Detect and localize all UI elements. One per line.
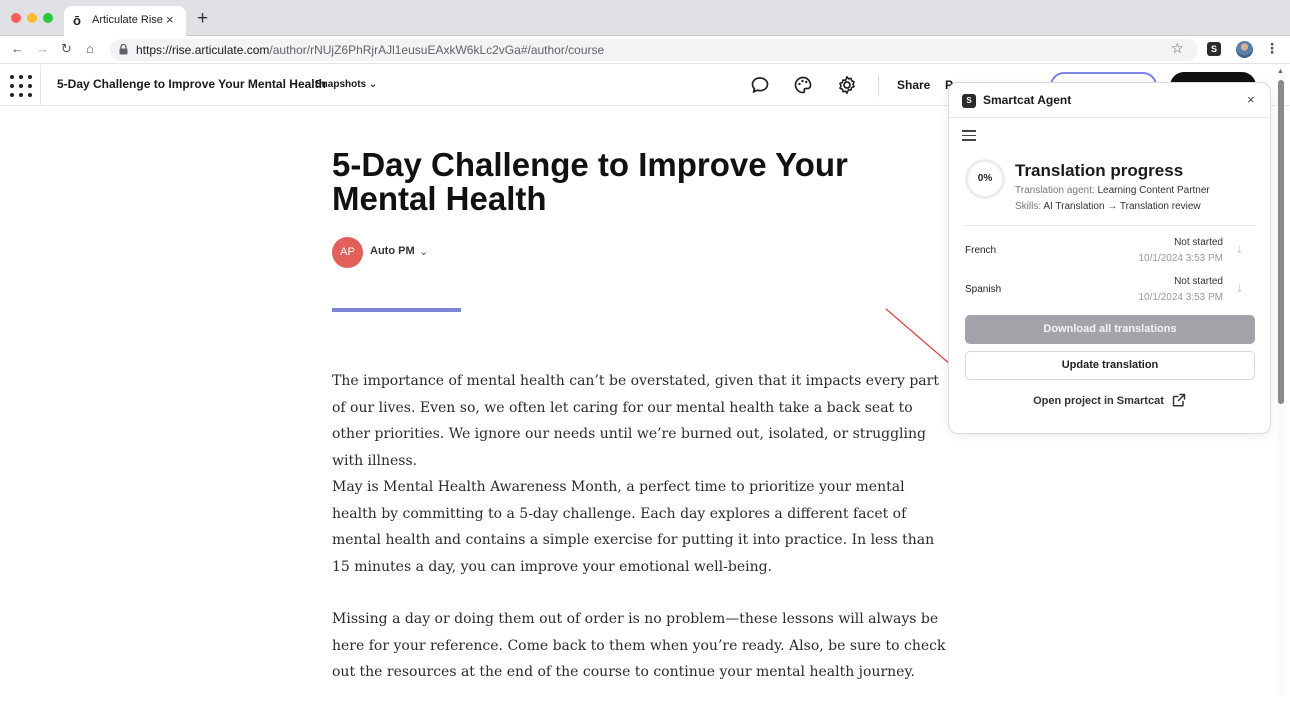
agent-value: Learning Content Partner [1097, 185, 1210, 196]
lesson-paragraph: The importance of mental health can’t be… [332, 373, 939, 469]
articulate-favicon-icon: ō [73, 13, 81, 28]
scroll-up-icon[interactable]: ▲ [1277, 68, 1284, 75]
window-minimize-button[interactable] [27, 13, 37, 23]
language-status: Not started [1174, 276, 1223, 287]
page-scrollbar[interactable]: ▲ [1277, 66, 1285, 696]
header-divider [40, 65, 41, 106]
window-maximize-button[interactable] [43, 13, 53, 23]
author-avatar[interactable]: AP [332, 237, 363, 268]
progress-title: Translation progress [1015, 161, 1184, 180]
browser-menu-icon[interactable]: ⋮ [1265, 40, 1279, 57]
language-status: Not started [1174, 237, 1223, 248]
browser-tab[interactable]: ō Articulate Rise × [64, 6, 186, 36]
language-name: Spanish [965, 284, 1002, 295]
close-icon[interactable]: × [1247, 92, 1255, 107]
forward-icon[interactable]: → [36, 41, 49, 56]
panel-divider [949, 117, 1270, 118]
download-icon[interactable]: ⤓ [1237, 244, 1242, 257]
author-name[interactable]: Auto PM [370, 245, 415, 257]
address-bar[interactable]: https://rise.articulate.com/author/rNUjZ… [110, 39, 1198, 61]
url-path: /author/rNUjZ6PhRjrAJl1eusuEAxkW6kLc2vGa… [269, 43, 605, 57]
language-date: 10/1/2024 3:53 PM [1138, 253, 1223, 264]
new-tab-button[interactable]: + [197, 9, 208, 28]
panel-divider [965, 225, 1255, 226]
tab-title: Articulate Rise [92, 14, 163, 26]
panel-title: Smartcat Agent [983, 93, 1072, 107]
url-text: https://rise.articulate.com/author/rNUjZ… [136, 43, 604, 57]
comment-icon[interactable] [749, 74, 771, 96]
skills-label: Skills: [1015, 201, 1042, 212]
reload-icon[interactable]: ↻ [61, 41, 72, 57]
download-all-button[interactable]: Download all translations [965, 315, 1255, 344]
lesson-title: 5-Day Challenge to Improve Your Mental H… [332, 146, 848, 217]
update-translation-button[interactable]: Update translation [965, 351, 1255, 380]
hamburger-menu-icon[interactable] [962, 130, 976, 141]
home-icon[interactable]: ⌂ [86, 41, 94, 56]
agent-label: Translation agent: [1015, 185, 1095, 196]
palette-icon[interactable] [792, 74, 814, 96]
skills-value: AI Translation → Translation review [1043, 201, 1201, 212]
window-close-button[interactable] [11, 13, 21, 23]
snapshots-dropdown[interactable]: Snapshots ⌄ [315, 79, 377, 90]
open-project-label: Open project in Smartcat [1033, 395, 1164, 407]
settings-gear-icon[interactable] [836, 74, 858, 96]
profile-avatar[interactable] [1236, 41, 1253, 58]
back-icon[interactable]: ← [11, 41, 24, 56]
chevron-down-icon: ⌄ [368, 79, 378, 90]
url-host: https://rise.articulate.com [136, 43, 270, 57]
translation-agent-line: Translation agent: Learning Content Part… [1015, 185, 1210, 196]
snapshots-label: Snapshots [315, 79, 367, 90]
external-link-icon [1172, 393, 1186, 407]
tab-close-icon[interactable]: × [166, 12, 174, 27]
language-date: 10/1/2024 3:53 PM [1138, 292, 1223, 303]
skills-line: Skills: AI Translation → Translation rev… [1015, 201, 1201, 212]
scroll-thumb[interactable] [1278, 80, 1284, 404]
browser-tab-strip: ō Articulate Rise × + [0, 0, 1290, 36]
progress-ring: 0% [965, 159, 1005, 199]
smartcat-agent-panel: S Smartcat Agent × 0% Translation progre… [948, 82, 1271, 434]
lesson-paragraph: May is Mental Health Awareness Month, a … [332, 479, 935, 575]
lock-icon [119, 44, 128, 55]
language-name: French [965, 245, 997, 256]
smartcat-extension-icon[interactable]: S [1207, 42, 1221, 56]
chevron-down-icon[interactable]: ⌄ [419, 245, 428, 258]
share-button[interactable]: Share [897, 78, 930, 92]
browser-toolbar: ← → ↻ ⌂ https://rise.articulate.com/auth… [0, 36, 1290, 64]
smartcat-logo-icon: S [962, 94, 976, 108]
title-accent-divider [332, 308, 461, 312]
apps-grid-icon[interactable] [10, 75, 32, 97]
header-separator [878, 75, 879, 97]
open-project-link[interactable]: Open project in Smartcat [949, 393, 1270, 407]
download-icon[interactable]: ⤓ [1237, 283, 1242, 296]
bookmark-star-icon[interactable]: ☆ [1171, 40, 1184, 57]
lesson-paragraph: Missing a day or doing them out of order… [332, 611, 946, 680]
course-title: 5-Day Challenge to Improve Your Mental H… [57, 77, 326, 91]
